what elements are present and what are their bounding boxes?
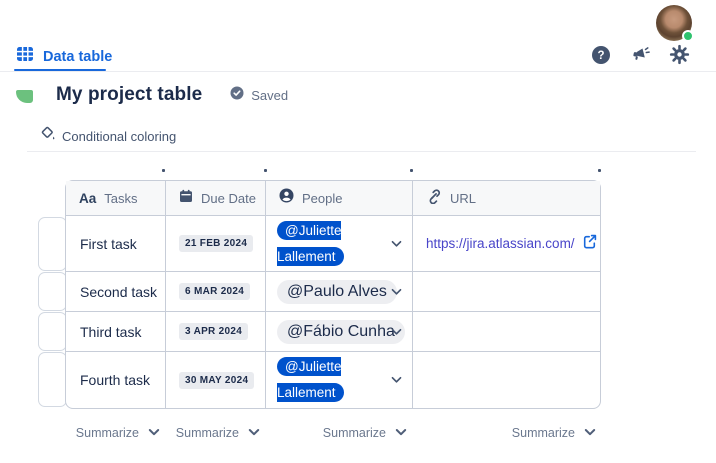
chevron-down-icon[interactable] [391,288,402,296]
row-drag-handle[interactable] [38,312,67,351]
settings-button[interactable] [668,46,690,68]
table-row: Third task 3 APR 2024 @Fábio Cunha [66,312,600,352]
summarize-button-people[interactable]: Summarize [265,424,412,442]
people-cell[interactable]: @Juliette Lallement [266,352,413,408]
due-date-cell[interactable]: 6 MAR 2024 [166,272,266,312]
people-cell[interactable]: @Fábio Cunha [266,312,413,352]
url-link[interactable]: https://jira.atlassian.com/ [426,236,575,251]
svg-text:?: ? [597,50,604,62]
gear-icon [669,44,690,70]
summarize-button-due-date[interactable]: Summarize [165,424,265,442]
column-label: URL [450,191,476,206]
person-mention-pill[interactable]: @Juliette Lallement [277,221,344,266]
person-icon [279,188,294,208]
column-header-tasks[interactable]: Aa Tasks [66,181,166,216]
date-pill: 30 MAY 2024 [179,372,254,389]
due-date-cell[interactable]: 3 APR 2024 [166,312,266,352]
external-link-icon[interactable] [582,234,597,254]
column-header-url[interactable]: URL [413,181,600,216]
column-resize-handle[interactable] [162,169,165,172]
row-drag-handle[interactable] [38,272,67,311]
table-row: Fourth task 30 MAY 2024 @Juliette Lallem… [66,352,600,408]
person-pill[interactable]: @Paulo Alves [277,280,397,304]
chevron-down-icon[interactable] [391,328,402,336]
question-mark-icon: ? [591,45,611,70]
table-grid-icon [16,45,34,68]
chevron-down-icon [248,424,260,442]
green-leaf-icon [16,90,33,103]
summarize-button-url[interactable]: Summarize [412,424,601,442]
column-resize-handle[interactable] [410,169,413,172]
column-label: People [302,191,342,206]
calendar-icon [179,189,193,208]
column-label: Tasks [104,191,137,206]
url-cell[interactable]: https://jira.atlassian.com/ [413,216,600,272]
people-cell[interactable]: @Juliette Lallement [266,216,413,272]
table-row: Second task 6 MAR 2024 @Paulo Alves [66,272,600,312]
chevron-down-icon[interactable] [391,240,402,248]
megaphone-icon [629,44,651,71]
chevron-down-icon [584,424,596,442]
due-date-cell[interactable]: 21 FEB 2024 [166,216,266,272]
row-drag-handle[interactable] [38,217,67,271]
chevron-down-icon[interactable] [391,376,402,384]
conditional-coloring-button[interactable]: Conditional coloring [40,125,176,147]
toolbar-divider [27,151,696,152]
task-cell[interactable]: First task [66,216,166,272]
topbar-divider [0,71,716,72]
text-aa-icon: Aa [79,191,96,206]
tab-data-table[interactable]: Data table [16,45,112,68]
due-date-cell[interactable]: 30 MAY 2024 [166,352,266,408]
row-drag-handle[interactable] [38,352,67,407]
check-circle-icon [230,86,244,105]
column-label: Due Date [201,191,256,206]
avatar[interactable] [656,5,692,41]
person-pill[interactable]: @Fábio Cunha [277,320,405,344]
people-cell[interactable]: @Paulo Alves [266,272,413,312]
summarize-row: Summarize Summarize Summarize Summarize [65,424,601,442]
url-cell[interactable] [413,312,600,352]
saved-status-badge: Saved [230,86,288,105]
topbar-actions: ? [590,46,690,68]
person-mention-pill[interactable]: @Juliette Lallement [277,357,344,402]
task-cell[interactable]: Second task [66,272,166,312]
saved-label: Saved [251,88,288,103]
conditional-coloring-label: Conditional coloring [62,129,176,144]
date-pill: 6 MAR 2024 [179,283,250,300]
url-cell[interactable] [413,272,600,312]
table-header-row: Aa Tasks Due Date [66,181,600,216]
link-icon [426,188,442,209]
paint-fill-icon [40,125,57,147]
summarize-button-tasks[interactable]: Summarize [65,424,165,442]
date-pill: 3 APR 2024 [179,323,248,340]
title-row: My project table Saved [16,84,288,106]
online-status-dot [682,30,694,42]
table-row: First task 21 FEB 2024 @Juliette Lalleme… [66,216,600,272]
chevron-down-icon [395,424,407,442]
chevron-down-icon [148,424,160,442]
task-cell[interactable]: Fourth task [66,352,166,408]
help-button[interactable]: ? [590,46,612,68]
column-resize-handle[interactable] [264,169,267,172]
page-title[interactable]: My project table [56,84,202,106]
tab-label: Data table [43,49,112,65]
date-pill: 21 FEB 2024 [179,235,253,252]
column-resize-handle[interactable] [598,169,601,172]
announcements-button[interactable] [629,46,651,68]
column-header-people[interactable]: People [266,181,413,216]
task-cell[interactable]: Third task [66,312,166,352]
app-window: ? [0,0,716,463]
data-table: Aa Tasks Due Date [65,180,601,409]
column-header-due-date[interactable]: Due Date [166,181,266,216]
url-cell[interactable] [413,352,600,408]
